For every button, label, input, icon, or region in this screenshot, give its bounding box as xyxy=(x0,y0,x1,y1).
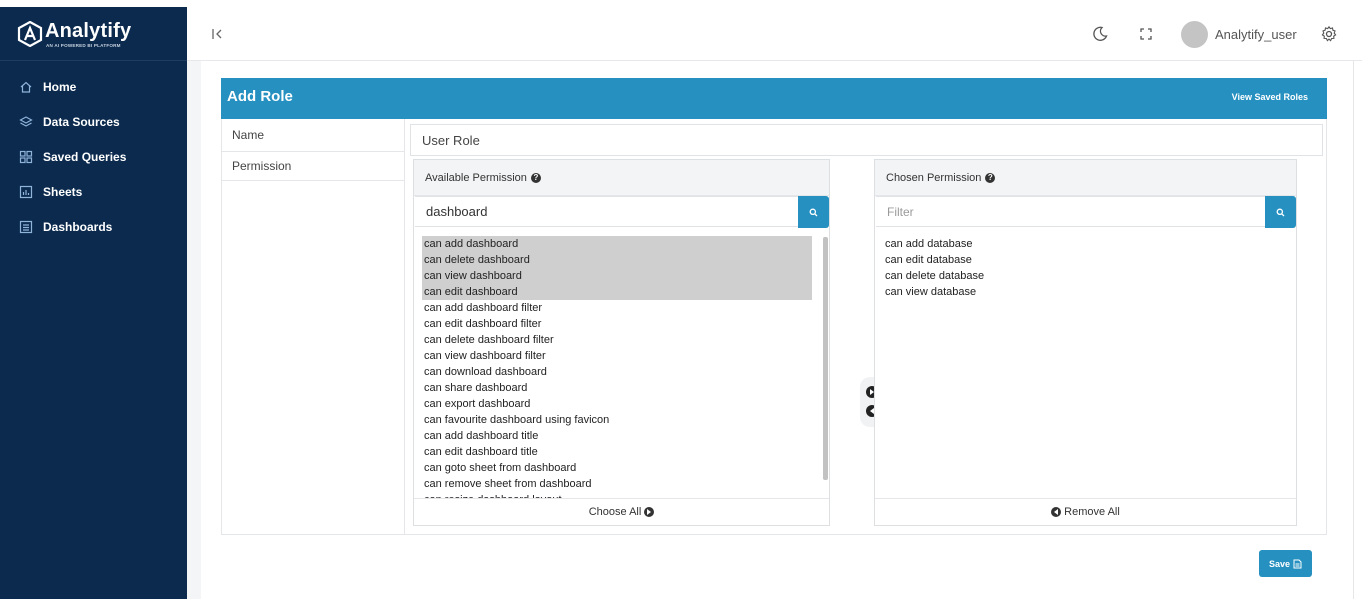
grid-icon xyxy=(19,150,33,163)
permission-item[interactable]: can download dashboard xyxy=(422,364,812,380)
sidebar-item-label: Data Sources xyxy=(43,114,120,129)
sidebar-item-data-sources[interactable]: Data Sources xyxy=(0,104,187,139)
permission-label: Permission xyxy=(222,152,404,181)
chart-icon xyxy=(19,185,33,198)
arrow-left-circle-icon xyxy=(1051,507,1062,517)
permission-item[interactable]: can edit dashboard filter xyxy=(422,316,812,332)
permission-item[interactable]: can view dashboard filter xyxy=(422,348,812,364)
chosen-permission-box: Chosen Permission ? Filter can add datab… xyxy=(874,159,1297,526)
permission-item[interactable]: can goto sheet from dashboard xyxy=(422,460,812,476)
panel-header: Add Role View Saved Roles xyxy=(221,78,1327,119)
layers-icon xyxy=(19,115,33,127)
remove-all-button[interactable]: Remove All xyxy=(875,498,1296,525)
save-label: Save xyxy=(1268,558,1291,569)
permission-item[interactable]: can edit dashboard xyxy=(422,284,812,300)
available-permission-list-area[interactable]: can add dashboard can delete dashboard can… xyxy=(414,235,829,498)
sidebar-nav: Home Data Sources Saved Queries Sheets D… xyxy=(0,69,187,244)
available-search-row: dashboard xyxy=(414,196,829,228)
main-content: Add Role View Saved Roles Name Permissio… xyxy=(201,61,1350,599)
permission-item[interactable]: can edit dashboard title xyxy=(422,444,812,460)
form-labels: Name Permission xyxy=(222,119,405,534)
sidebar-item-saved-queries[interactable]: Saved Queries xyxy=(0,139,187,174)
top-header: Analytify_user xyxy=(187,7,1362,61)
permission-item[interactable]: can remove sheet from dashboard xyxy=(422,476,812,492)
choose-all-button[interactable]: Choose All xyxy=(414,498,829,525)
page-scrollbar[interactable] xyxy=(1350,61,1362,599)
permission-item[interactable]: can view database xyxy=(883,284,1273,300)
permission-item[interactable]: can add dashboard filter xyxy=(422,300,812,316)
remove-all-label: Remove All xyxy=(1064,506,1120,518)
save-file-icon xyxy=(1293,559,1302,568)
permission-item[interactable]: can view dashboard xyxy=(422,268,812,284)
sidebar-item-dashboards[interactable]: Dashboards xyxy=(0,209,187,244)
sidebar-item-label: Saved Queries xyxy=(43,149,127,164)
permission-item[interactable]: can edit database xyxy=(883,252,1273,268)
save-button[interactable]: Save xyxy=(1259,550,1312,577)
permission-item[interactable]: can favourite dashboard using favicon xyxy=(422,412,812,428)
available-search-input[interactable]: dashboard xyxy=(415,196,799,227)
sidebar-item-label: Dashboards xyxy=(43,219,113,234)
collapse-icon[interactable] xyxy=(211,26,225,42)
chosen-filter-input[interactable]: Filter xyxy=(876,196,1266,227)
sidebar-item-label: Home xyxy=(43,79,77,94)
chosen-search-row: Filter xyxy=(875,196,1296,228)
search-icon xyxy=(1276,208,1285,216)
available-permission-header: Available Permission ? xyxy=(414,160,829,196)
view-saved-roles-link[interactable]: View Saved Roles xyxy=(1232,92,1308,102)
help-icon[interactable]: ? xyxy=(530,172,541,183)
home-icon xyxy=(20,81,32,93)
sidebar-item-label: Sheets xyxy=(43,184,83,199)
permission-item[interactable]: can add dashboard title xyxy=(422,428,812,444)
sidebar: Analytify AN AI POWERED BI PLATFORM Home… xyxy=(0,7,187,599)
available-search-button[interactable] xyxy=(798,196,829,228)
choose-all-label: Choose All xyxy=(588,506,642,518)
available-list-scrollbar[interactable] xyxy=(823,237,828,480)
fullscreen-icon[interactable] xyxy=(1137,25,1155,43)
role-form: Name Permission User Role Available Perm… xyxy=(221,119,1327,535)
permission-item[interactable]: can share dashboard xyxy=(422,380,812,396)
brand-name: Analytify xyxy=(45,20,132,42)
chosen-search-button[interactable] xyxy=(1265,196,1296,228)
chosen-permission-list-area[interactable]: can add database can edit database can del… xyxy=(875,235,1296,498)
top-strip xyxy=(0,0,1362,7)
help-icon[interactable]: ? xyxy=(985,172,996,183)
role-name-input[interactable]: User Role xyxy=(410,124,1323,156)
list-icon xyxy=(19,220,33,233)
brand: Analytify AN AI POWERED BI PLATFORM xyxy=(0,7,187,61)
brand-tagline: AN AI POWERED BI PLATFORM xyxy=(46,43,121,48)
available-permission-list[interactable]: can add dashboard can delete dashboard can… xyxy=(414,235,829,498)
permission-item[interactable]: can export dashboard xyxy=(422,396,812,412)
permission-item[interactable]: can delete dashboard filter xyxy=(422,332,812,348)
chosen-permission-header: Chosen Permission ? xyxy=(875,160,1296,196)
permission-item[interactable]: can add dashboard xyxy=(422,236,812,252)
chosen-permission-title: Chosen Permission xyxy=(886,171,982,184)
name-label: Name xyxy=(222,119,404,152)
permission-item[interactable]: can add database xyxy=(883,236,1273,252)
search-icon xyxy=(809,208,818,216)
username[interactable]: Analytify_user xyxy=(1215,27,1297,42)
sidebar-item-home[interactable]: Home xyxy=(0,69,187,104)
sidebar-item-sheets[interactable]: Sheets xyxy=(0,174,187,209)
chosen-permission-list[interactable]: can add database can edit database can del… xyxy=(875,235,1296,300)
gear-icon[interactable] xyxy=(1320,25,1338,43)
arrow-right-circle-icon xyxy=(644,507,655,517)
avatar[interactable] xyxy=(1181,21,1208,48)
moon-icon[interactable] xyxy=(1091,25,1109,43)
page-title: Add Role xyxy=(227,88,293,105)
brand-logo-icon xyxy=(17,21,43,47)
available-permission-title: Available Permission xyxy=(425,171,527,184)
available-permission-box: Available Permission ? dashboard can add… xyxy=(413,159,830,526)
permission-item[interactable]: can delete database xyxy=(883,268,1273,284)
permission-item[interactable]: can delete dashboard xyxy=(422,252,812,268)
